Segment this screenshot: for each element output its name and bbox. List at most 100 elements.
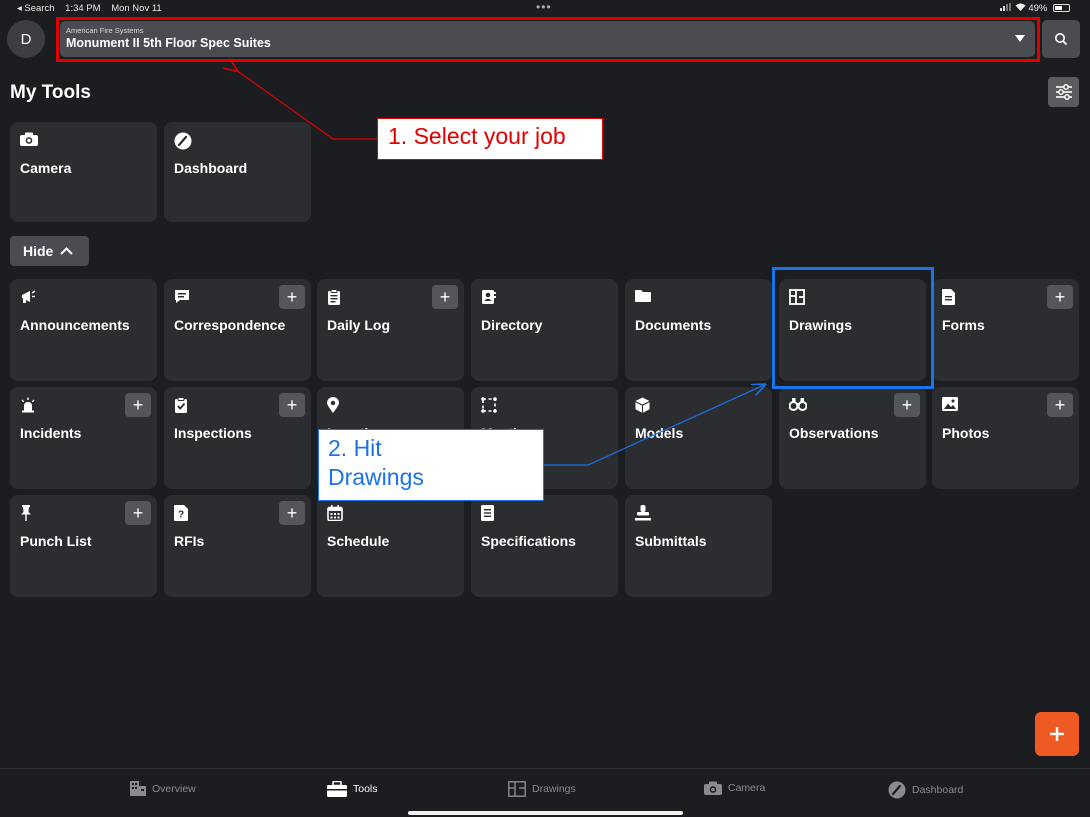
customize-tools-button[interactable]: [1048, 77, 1079, 107]
annotation-step2: 2. Hit Drawings: [318, 429, 544, 501]
tool-tile-photos[interactable]: Photos +: [932, 387, 1079, 489]
chevron-up-icon: [60, 247, 74, 255]
tool-tile-submittals[interactable]: Submittals: [625, 495, 772, 597]
tab-overview[interactable]: Overview: [130, 781, 196, 796]
avatar[interactable]: D: [7, 20, 45, 58]
toolbox-icon: [327, 781, 347, 797]
tool-tile-forms[interactable]: Forms +: [932, 279, 1079, 381]
annotation-step2-line2: Drawings: [328, 464, 424, 490]
cube-icon: [635, 397, 651, 413]
my-tool-dashboard[interactable]: Dashboard: [164, 122, 311, 222]
pushpin-icon: [20, 505, 36, 521]
tool-label: Specifications: [481, 533, 576, 549]
form-icon: [942, 289, 958, 305]
battery-percent: 49%: [1028, 3, 1048, 14]
tool-label: Forms: [942, 317, 985, 333]
image-icon: [942, 397, 958, 413]
tab-camera[interactable]: Camera: [704, 781, 765, 795]
contact-book-icon: [481, 289, 497, 305]
meeting-icon: [481, 397, 497, 413]
tab-tools[interactable]: Tools: [327, 781, 378, 797]
tool-tile-observations[interactable]: Observations +: [779, 387, 926, 489]
add-punch-list-button[interactable]: +: [125, 501, 151, 525]
add-observations-button[interactable]: +: [894, 393, 920, 417]
back-to-search-link[interactable]: ◂ Search: [17, 3, 55, 14]
tool-label: Schedule: [327, 533, 390, 549]
add-incidents-button[interactable]: +: [125, 393, 151, 417]
tool-tile-announcements[interactable]: Announcements: [10, 279, 157, 381]
multitasking-dots-icon[interactable]: •••: [536, 0, 552, 14]
add-inspections-button[interactable]: +: [279, 393, 305, 417]
tool-label: Models: [635, 425, 684, 441]
search-button[interactable]: [1042, 20, 1080, 58]
tab-drawings[interactable]: Drawings: [508, 781, 576, 797]
question-icon: ?: [174, 505, 190, 521]
clipboard-check-icon: [174, 397, 190, 413]
tool-label: Submittals: [635, 533, 707, 549]
tool-tile-punch-list[interactable]: Punch List +: [10, 495, 157, 597]
tool-tile-daily-log[interactable]: Daily Log +: [317, 279, 464, 381]
signal-icon: [1000, 3, 1012, 11]
add-rfis-button[interactable]: +: [279, 501, 305, 525]
tool-label: Incidents: [20, 425, 82, 441]
sliders-icon: [1055, 84, 1072, 100]
tool-label: Directory: [481, 317, 543, 333]
tool-tile-inspections[interactable]: Inspections +: [164, 387, 311, 489]
home-indicator[interactable]: [408, 811, 683, 815]
tab-dashboard[interactable]: Dashboard: [888, 781, 963, 799]
tab-label: Camera: [728, 782, 766, 794]
add-photos-button[interactable]: +: [1047, 393, 1073, 417]
bottom-tab-bar: Overview Tools Drawings Camera Dashboard: [0, 768, 1090, 817]
tool-label: Observations: [789, 425, 879, 441]
tool-tile-correspondence[interactable]: Correspondence +: [164, 279, 311, 381]
tool-tile-schedule[interactable]: Schedule: [317, 495, 464, 597]
add-correspondence-button[interactable]: +: [279, 285, 305, 309]
search-icon: [1055, 33, 1068, 46]
tool-tile-incidents[interactable]: Incidents +: [10, 387, 157, 489]
add-forms-button[interactable]: +: [1047, 285, 1073, 309]
stamp-icon: [635, 505, 651, 521]
tool-label: Punch List: [20, 533, 92, 549]
my-tool-camera[interactable]: Camera: [10, 122, 157, 222]
hide-tools-button[interactable]: Hide: [10, 236, 89, 266]
status-date: Mon Nov 11: [111, 3, 162, 14]
tool-label: RFIs: [174, 533, 205, 549]
status-bar: ◂ Search 1:34 PM Mon Nov 11 ••• 49%: [0, 0, 1090, 16]
my-tools-title: My Tools: [10, 82, 91, 103]
tab-label: Dashboard: [912, 784, 964, 796]
tool-tile-specifications[interactable]: Specifications: [471, 495, 618, 597]
tab-label: Tools: [353, 783, 378, 795]
tool-label: Inspections: [174, 425, 252, 441]
wifi-icon: [1015, 3, 1026, 11]
tool-label: Photos: [942, 425, 990, 441]
my-tool-label: Camera: [20, 160, 72, 176]
my-tool-label: Dashboard: [174, 160, 248, 176]
building-icon: [130, 781, 146, 796]
tool-tile-rfis[interactable]: ? RFIs +: [164, 495, 311, 597]
battery-icon: [1053, 4, 1070, 12]
tool-label: Announcements: [20, 317, 130, 333]
folder-icon: [635, 289, 651, 305]
floorplan-icon: [508, 781, 526, 797]
gauge-icon: [174, 132, 192, 150]
hide-label: Hide: [23, 243, 54, 259]
annotation-step2-line1: 2. Hit: [328, 435, 382, 461]
add-daily-log-button[interactable]: +: [432, 285, 458, 309]
document-lines-icon: [481, 505, 497, 521]
tab-label: Drawings: [532, 783, 576, 795]
tool-tile-documents[interactable]: Documents: [625, 279, 772, 381]
tool-tile-directory[interactable]: Directory: [471, 279, 618, 381]
plus-icon: [1050, 727, 1064, 741]
annotation-highlight-project: [56, 17, 1040, 62]
pin-icon: [327, 397, 343, 413]
tool-tile-models[interactable]: Models: [625, 387, 772, 489]
annotation-highlight-drawings: [772, 267, 934, 389]
annotation-step1: 1. Select your job: [377, 118, 603, 160]
tab-label: Overview: [152, 782, 196, 795]
create-new-button[interactable]: [1035, 712, 1079, 756]
gauge-icon: [888, 781, 906, 799]
tool-label: Documents: [635, 317, 712, 333]
calendar-icon: [327, 505, 343, 522]
tool-label: Correspondence: [174, 317, 286, 333]
binoculars-icon: [788, 397, 808, 413]
